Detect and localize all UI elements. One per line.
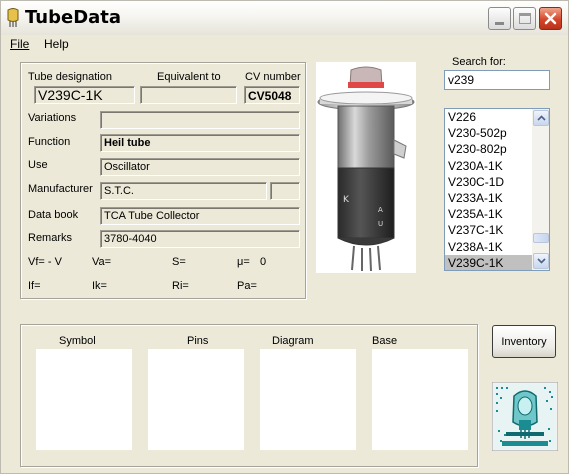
ik-value: Ik= [92, 280, 107, 292]
tube-photo: K A U [316, 62, 416, 273]
window-title: TubeData [25, 7, 122, 28]
mu-label: μ= [237, 256, 250, 268]
equivalent-field[interactable] [140, 86, 237, 104]
svg-text:A: A [378, 206, 383, 214]
manufacturer-label: Manufacturer [28, 183, 93, 195]
mu-value: 0 [260, 256, 267, 268]
scroll-down-button[interactable] [533, 253, 549, 269]
chevron-up-icon [537, 115, 546, 121]
base-label: Base [372, 335, 398, 347]
vf-value: Vf= - V [28, 256, 62, 268]
pins-pane [148, 349, 244, 450]
list-item[interactable]: V230-502p [445, 125, 532, 141]
variations-label: Variations [28, 112, 77, 124]
app-tube-icon [7, 8, 19, 27]
close-button[interactable] [539, 7, 562, 30]
list-item[interactable]: V230-802p [445, 141, 532, 157]
symbol-label: Symbol [59, 335, 96, 347]
search-input[interactable] [444, 70, 550, 90]
manufacturer-code-field[interactable] [270, 182, 300, 200]
app-logo-icon [492, 382, 558, 451]
results-list: V226 V230-502p V230-802p V230A-1K V230C-1D V2… [445, 109, 532, 270]
base-pane [372, 349, 468, 450]
remarks-label: Remarks [28, 232, 73, 244]
use-field[interactable]: Oscillator [100, 158, 300, 176]
chevron-down-icon [537, 258, 546, 264]
pa-value: Pa= [237, 280, 257, 292]
main-window: TubeData File Help Tube designation Equi… [0, 0, 569, 474]
scroll-up-button[interactable] [533, 110, 549, 126]
list-item[interactable]: V238A-1K [445, 239, 532, 255]
cv-number-label: CV number [245, 71, 301, 83]
list-item[interactable]: V237C-1K [445, 222, 532, 238]
svg-text:U: U [378, 220, 383, 228]
diagram-pane [260, 349, 356, 450]
cv-number-field[interactable]: CV5048 [244, 86, 300, 104]
search-label: Search for: [452, 56, 506, 68]
designation-field[interactable]: V239C-1K [34, 86, 135, 104]
menu-bar: File Help [1, 35, 568, 53]
list-item[interactable]: V230C-1D [445, 174, 532, 190]
results-scrollbar[interactable] [532, 109, 549, 270]
pins-label: Pins [187, 335, 209, 347]
scroll-thumb[interactable] [533, 233, 549, 243]
manufacturer-field[interactable]: S.T.C. [100, 182, 267, 200]
designation-label: Tube designation [28, 71, 112, 83]
databook-label: Data book [28, 209, 79, 221]
use-label: Use [28, 159, 48, 171]
title-bar[interactable]: TubeData [1, 1, 568, 35]
symbol-pane [36, 349, 132, 450]
equivalent-label: Equivalent to [157, 71, 221, 83]
maximize-button[interactable] [513, 7, 536, 30]
minimize-icon [495, 22, 504, 25]
variations-field[interactable] [100, 111, 300, 129]
list-item[interactable]: V235A-1K [445, 206, 532, 222]
inventory-button[interactable]: Inventory [492, 325, 556, 358]
va-value: Va= [92, 256, 112, 268]
minimize-button[interactable] [488, 7, 511, 30]
results-listbox[interactable]: V226 V230-502p V230-802p V230A-1K V230C-1D V2… [444, 108, 550, 271]
ri-value: Ri= [172, 280, 189, 292]
menu-help[interactable]: Help [44, 37, 69, 51]
list-item[interactable]: V230A-1K [445, 158, 532, 174]
list-item[interactable]: V226 [445, 109, 532, 125]
maximize-icon [519, 13, 531, 24]
list-item[interactable]: V239C-1K [445, 254, 532, 270]
if-value: If= [28, 280, 41, 292]
list-item[interactable]: V233A-1K [445, 190, 532, 206]
function-label: Function [28, 136, 71, 148]
menu-file[interactable]: File [10, 37, 29, 51]
databook-field[interactable]: TCA Tube Collector [100, 207, 300, 225]
s-value: S= [172, 256, 186, 268]
diagram-label: Diagram [272, 335, 314, 347]
remarks-field[interactable]: 3780-4040 [100, 230, 300, 248]
function-field[interactable]: Heil tube [100, 134, 300, 152]
close-icon [544, 12, 557, 25]
